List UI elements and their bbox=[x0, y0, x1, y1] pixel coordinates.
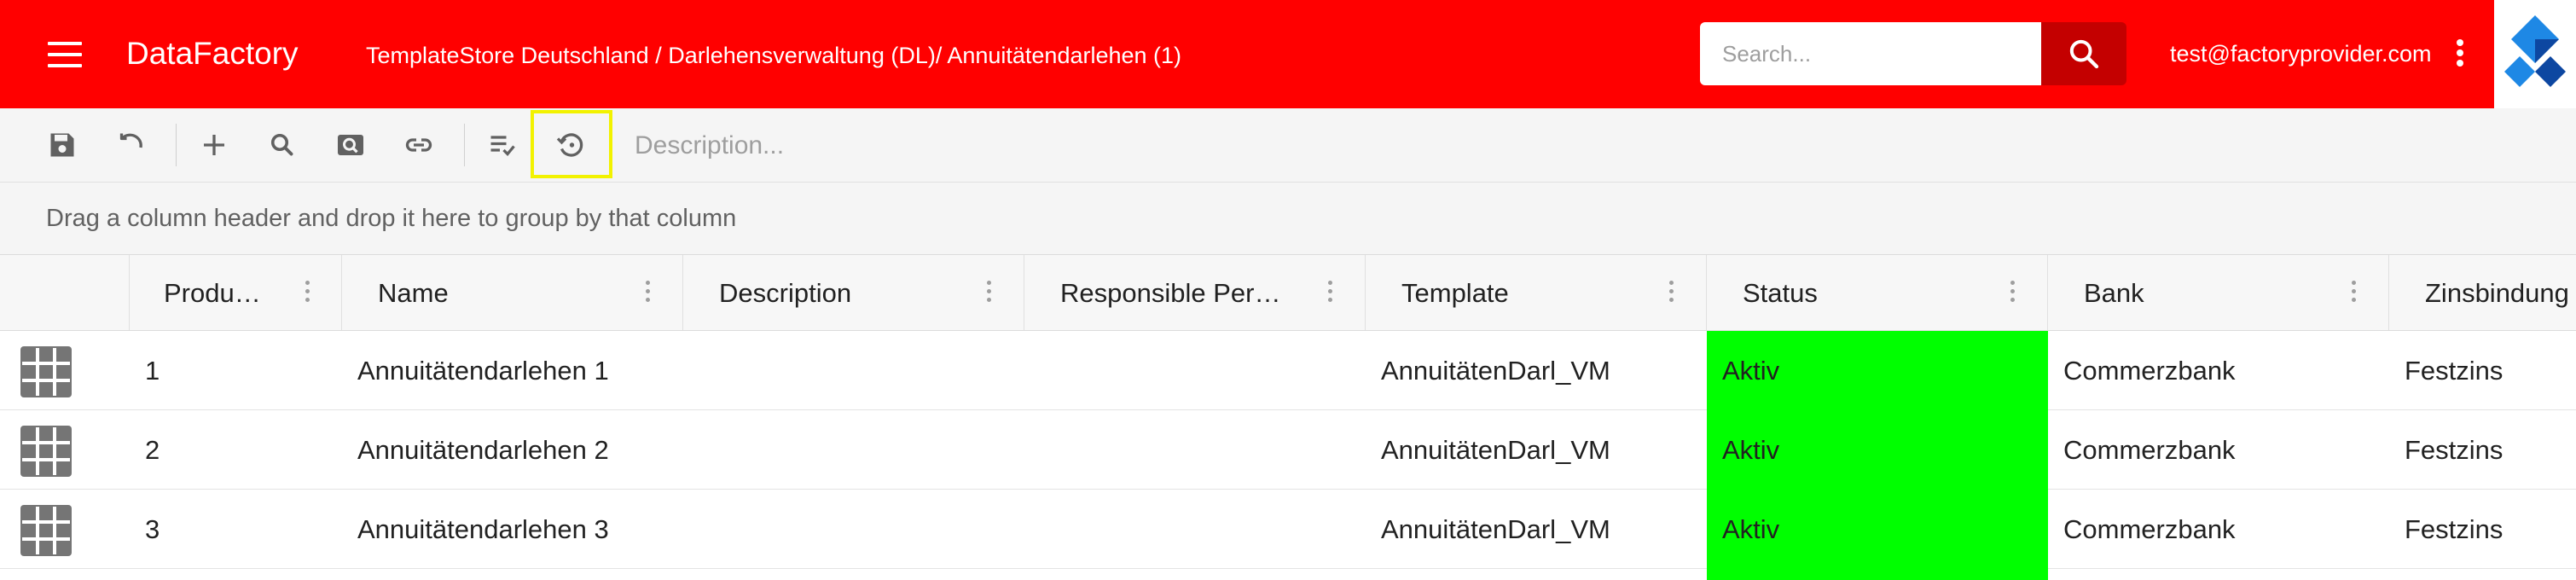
cell-template: AnnuitätenDarl_VM bbox=[1381, 435, 1610, 465]
hamburger-menu-icon[interactable] bbox=[48, 42, 82, 67]
link-button[interactable] bbox=[397, 124, 440, 166]
search-button[interactable] bbox=[2041, 22, 2126, 85]
table-row[interactable]: 1 Annuitätendarlehen 1 AnnuitätenDarl_VM… bbox=[0, 331, 2576, 410]
search-box bbox=[1700, 22, 2041, 85]
restore-history-icon bbox=[556, 133, 583, 157]
column-header-label: Template bbox=[1401, 278, 1509, 308]
grid-view-icon[interactable] bbox=[19, 424, 73, 478]
cell-bank: Commerzbank bbox=[2063, 514, 2236, 544]
column-menu-icon[interactable] bbox=[985, 281, 992, 306]
cell-status: Aktiv bbox=[1722, 435, 1780, 465]
top-app-bar: DataFactory TemplateStore Deutschland / … bbox=[0, 0, 2494, 108]
checklist-button[interactable] bbox=[481, 124, 524, 166]
search-icon bbox=[270, 133, 293, 156]
cell-product-id: 2 bbox=[145, 435, 160, 465]
toolbar-divider bbox=[176, 124, 177, 166]
cell-zinsbindung: Festzins bbox=[2405, 356, 2503, 386]
preview-button[interactable] bbox=[329, 124, 372, 166]
cell-zinsbindung: Festzins bbox=[2405, 514, 2503, 544]
cell-product-id: 1 bbox=[145, 356, 160, 386]
table-row[interactable]: 2 Annuitätendarlehen 2 AnnuitätenDarl_VM… bbox=[0, 410, 2576, 490]
column-header-name[interactable]: Name bbox=[342, 255, 683, 330]
column-menu-icon[interactable] bbox=[304, 281, 310, 306]
column-menu-icon[interactable] bbox=[644, 281, 651, 306]
undo-button[interactable] bbox=[109, 124, 152, 166]
cell-status: Aktiv bbox=[1722, 514, 1780, 544]
status-cell-bg bbox=[1707, 568, 2048, 580]
app-title[interactable]: DataFactory bbox=[126, 34, 299, 73]
cell-template: AnnuitätenDarl_VM bbox=[1381, 356, 1610, 386]
find-button[interactable] bbox=[261, 124, 304, 166]
breadcrumb: TemplateStore Deutschland / Darlehensver… bbox=[366, 43, 1182, 68]
table-row[interactable]: 3 Annuitätendarlehen 3 AnnuitätenDarl_VM… bbox=[0, 490, 2576, 569]
user-email[interactable]: test@factoryprovider.com bbox=[2170, 38, 2432, 69]
column-header-bank[interactable]: Bank bbox=[2048, 255, 2389, 330]
toolbar-divider bbox=[464, 124, 465, 166]
kebab-menu-icon[interactable] bbox=[2455, 39, 2465, 70]
column-menu-icon[interactable] bbox=[1326, 281, 1333, 306]
column-menu-icon[interactable] bbox=[2009, 281, 2016, 306]
column-header-status[interactable]: Status bbox=[1707, 255, 2048, 330]
grid-header: Produ… Name Description Responsible Per…… bbox=[0, 255, 2576, 331]
cell-status: Aktiv bbox=[1722, 356, 1780, 386]
datafactory-logo-icon bbox=[2504, 15, 2566, 87]
column-header-description[interactable]: Description bbox=[683, 255, 1024, 330]
cell-zinsbindung: Festzins bbox=[2405, 435, 2503, 465]
column-header-zinsbindung[interactable]: Zinsbindung bbox=[2389, 255, 2576, 330]
cell-product-id: 3 bbox=[145, 514, 160, 544]
cell-name: Annuitätendarlehen 3 bbox=[357, 514, 609, 544]
cell-name: Annuitätendarlehen 1 bbox=[357, 356, 609, 386]
column-menu-icon[interactable] bbox=[2350, 281, 2357, 306]
save-icon bbox=[50, 133, 74, 157]
toolbar bbox=[0, 108, 2576, 183]
add-button[interactable] bbox=[193, 124, 235, 166]
group-panel-hint: Drag a column header and drop it here to… bbox=[46, 205, 737, 232]
column-header-product[interactable]: Produ… bbox=[130, 255, 342, 330]
restore-history-button[interactable] bbox=[549, 124, 592, 166]
logo bbox=[2494, 0, 2576, 108]
link-icon bbox=[405, 138, 432, 152]
checklist-icon bbox=[490, 136, 515, 156]
preview-icon bbox=[338, 135, 363, 155]
column-header-label: Status bbox=[1743, 278, 1818, 308]
column-header-label: Responsible Per… bbox=[1060, 278, 1281, 308]
description-input[interactable] bbox=[633, 125, 1319, 166]
search-input[interactable] bbox=[1700, 22, 2041, 85]
column-header-label: Produ… bbox=[164, 278, 261, 308]
cell-template: AnnuitätenDarl_VM bbox=[1381, 514, 1610, 544]
cell-name: Annuitätendarlehen 2 bbox=[357, 435, 609, 465]
grid-view-icon[interactable] bbox=[19, 345, 73, 399]
header-spacer bbox=[0, 255, 130, 330]
add-icon bbox=[204, 135, 224, 155]
column-header-template[interactable]: Template bbox=[1366, 255, 1707, 330]
grid-view-icon[interactable] bbox=[19, 503, 73, 558]
group-by-panel[interactable]: Drag a column header and drop it here to… bbox=[0, 183, 2576, 255]
undo-icon bbox=[119, 133, 142, 148]
column-header-label: Name bbox=[378, 278, 449, 308]
cell-bank: Commerzbank bbox=[2063, 356, 2236, 386]
search-icon bbox=[2069, 39, 2099, 69]
column-header-label: Bank bbox=[2084, 278, 2144, 308]
save-button[interactable] bbox=[41, 124, 84, 166]
column-menu-icon[interactable] bbox=[1668, 281, 1674, 306]
column-header-label: Description bbox=[719, 278, 852, 308]
cell-bank: Commerzbank bbox=[2063, 435, 2236, 465]
column-header-label: Zinsbindung bbox=[2425, 278, 2569, 308]
column-header-responsible-person[interactable]: Responsible Per… bbox=[1024, 255, 1366, 330]
